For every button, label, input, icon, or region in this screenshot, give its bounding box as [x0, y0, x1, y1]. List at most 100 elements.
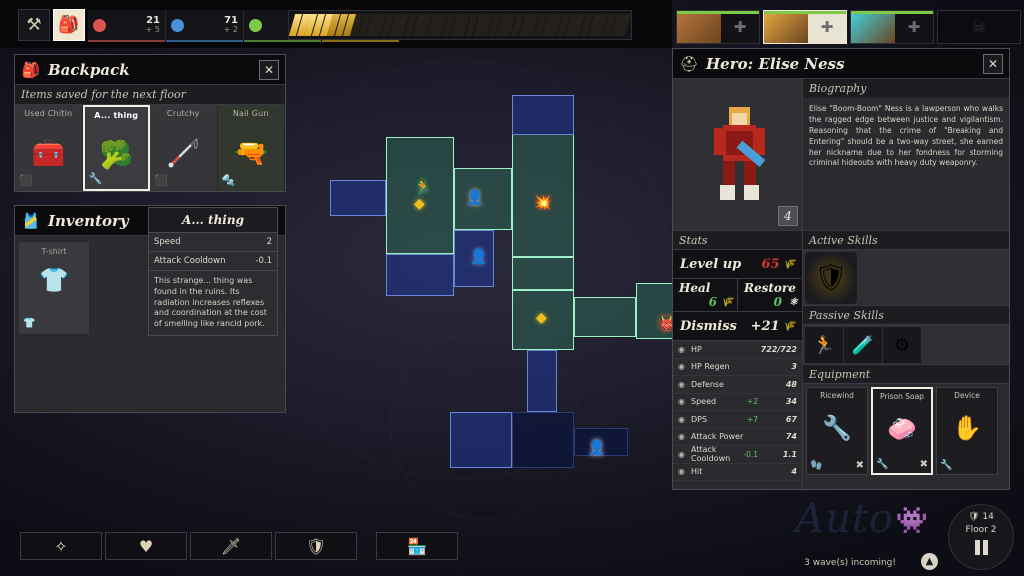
backpack-icon: 🎒	[21, 60, 41, 79]
meat-icon	[93, 18, 106, 32]
hero-skills-column: Active Skills 🛡 Passive Skills 🏃 🧪 ⚙ Equip…	[803, 231, 1009, 491]
unit-enemy-red[interactable]: 💥	[534, 195, 551, 211]
room-green-4[interactable]	[512, 257, 574, 290]
portrait-hp-bar	[677, 11, 759, 14]
boot-icon: ◉	[678, 397, 685, 407]
backpack-slot-row: Used Chitin 🧰 ⬛ A... thing 🥦 🔧 Crutchy 🦯 ⬛ Nail G…	[15, 105, 286, 191]
portrait-add-icon[interactable]: ✚	[808, 11, 846, 43]
inventory-item[interactable]: T-shirt 👕 👕	[19, 242, 89, 334]
stat-value: 67	[785, 414, 797, 424]
pause-button[interactable]	[974, 540, 988, 555]
restore-value: 0	[773, 295, 782, 309]
tooltip-description: This strange... thing was found in the r…	[148, 271, 278, 336]
equipment-left-icon[interactable]: 🔧	[876, 459, 888, 470]
room-blue-1[interactable]	[512, 95, 574, 135]
room-blue-4[interactable]	[386, 254, 454, 296]
tooltip-stat-value: -0.1	[255, 256, 272, 266]
equipment-left-icon[interactable]: 🔧	[940, 460, 952, 471]
resource-tech[interactable]: 71 + 2	[166, 10, 244, 42]
portrait-slot-4[interactable]: ☠	[937, 10, 1021, 44]
build-button[interactable]: ✧	[20, 532, 102, 560]
backpack-button[interactable]: 🎒	[53, 9, 85, 41]
heal-button[interactable]: Heal 6 🌾	[673, 279, 737, 311]
backpack-item-art: 🧰	[31, 138, 66, 169]
tooltip-stat-row: Speed 2	[148, 233, 278, 252]
backpack-item[interactable]: A... thing 🥦 🔧	[82, 105, 151, 191]
level-up-button[interactable]: Level up 65 🌾	[673, 250, 802, 279]
heal-button[interactable]: ♥	[105, 532, 187, 560]
restore-label: Restore	[744, 281, 796, 295]
backpack-header: 🎒 Backpack ✕	[15, 55, 285, 85]
progress-segment-bar	[288, 10, 632, 40]
tooltip-stat-rows: Speed 2 Attack Cooldown -0.1	[148, 233, 278, 271]
room-blue-5[interactable]	[527, 350, 557, 412]
equipment-slot[interactable]: Ricewind 🔧 🧤 ✖	[806, 387, 868, 475]
backpack-close-button[interactable]: ✕	[259, 59, 279, 80]
stat-value: 722/722	[760, 344, 797, 354]
stat-name: HP	[691, 344, 702, 354]
tooltip-title: A... thing	[148, 207, 278, 233]
equipment-slot[interactable]: Prison Soap 🧼 🔧 ✖	[871, 387, 933, 475]
unit-marker-gold[interactable]: ◆	[414, 196, 425, 212]
dome-shield-skill[interactable]: 🛡	[805, 252, 857, 304]
unit-npc-white[interactable]: 👤	[588, 440, 605, 456]
hero-portrait-large: 4	[673, 79, 803, 230]
portrait-slot-1[interactable]: ✚	[676, 10, 760, 44]
resource-meat[interactable]: 21 + 5	[88, 10, 166, 42]
equipment-art: 🔧	[822, 414, 852, 442]
portrait-add-icon[interactable]: ✚	[895, 11, 933, 43]
unit-marker-2[interactable]: ◆	[536, 310, 547, 326]
portrait-add-icon[interactable]: ✚	[721, 11, 759, 43]
backpack-subtitle: Items saved for the next floor	[15, 85, 285, 105]
unit-npc-tan[interactable]: 👤	[466, 190, 483, 206]
tools-button[interactable]: ⚒	[18, 9, 50, 41]
tech-icon	[171, 18, 184, 32]
resource-meat-delta: + 5	[145, 25, 160, 35]
stat-name: Attack Cooldown	[691, 445, 731, 464]
room-green-6[interactable]	[574, 297, 636, 337]
backpack-item[interactable]: Used Chitin 🧰 ⬛	[15, 105, 83, 191]
wheat-icon: 🌾	[782, 258, 795, 270]
backpack-item[interactable]: Nail Gun 🔫 🔩	[217, 105, 286, 191]
portrait-slot-3[interactable]: ✚	[850, 10, 934, 44]
stat-value: 34	[785, 397, 797, 407]
backpack-item-corner-icon: 🔧	[88, 172, 103, 185]
stat-row: ◉ Attack Cooldown -0.1 1.1	[673, 445, 802, 464]
restore-button[interactable]: Restore 0 ⚛	[737, 279, 802, 311]
heal-restore-row: Heal 6 🌾 Restore 0 ⚛	[673, 279, 802, 312]
attack-button[interactable]: 🗡	[190, 532, 272, 560]
room-blue-6[interactable]	[450, 412, 512, 468]
backpack-item-name: A... thing	[94, 111, 139, 120]
equipment-left-icon[interactable]: 🧤	[810, 460, 822, 471]
unit-hero-green[interactable]: 🏃	[414, 180, 431, 196]
hud-floor-widget: 🛡 14 Floor 2	[948, 504, 1014, 570]
bottom-toolbar: ✧ ♥ 🗡 🛡 🏪	[20, 532, 458, 560]
hero-close-button[interactable]: ✕	[983, 53, 1003, 74]
unit-npc-blue[interactable]: 👤	[470, 249, 487, 265]
hero-title: Hero: Elise Ness	[706, 54, 845, 73]
gear-passive[interactable]: ⚙	[883, 327, 921, 363]
stat-row: ◉ HP Regen 3	[673, 358, 802, 376]
portrait-slot-2[interactable]: ✚	[763, 10, 847, 44]
wave-arrow-button[interactable]: ▲	[921, 553, 938, 570]
room-blue-7[interactable]	[512, 412, 574, 468]
room-blue-2[interactable]	[330, 180, 386, 216]
stat-value: 3	[791, 362, 797, 372]
portrait-face	[677, 11, 721, 43]
equipment-remove-icon[interactable]: ✖	[856, 460, 864, 471]
dismiss-button[interactable]: Dismiss +21 🌾	[673, 312, 802, 341]
shield-icon: ◉	[678, 379, 685, 389]
stat-name: HP Regen	[691, 362, 730, 372]
portrait-hp-bar	[764, 11, 846, 14]
tooltip-stat-label: Attack Cooldown	[154, 256, 226, 266]
equipment-slot[interactable]: Device ✋ 🔧	[936, 387, 998, 475]
tonic-passive[interactable]: 🧪	[844, 327, 882, 363]
defend-button[interactable]: 🛡	[275, 532, 357, 560]
backpack-item[interactable]: Crutchy 🦯 ⬛	[150, 105, 218, 191]
slide-kick-passive[interactable]: 🏃	[805, 327, 843, 363]
backpack-item-corner-icon: 🔩	[221, 174, 236, 187]
tooltip-stat-label: Speed	[154, 237, 181, 247]
shop-button[interactable]: 🏪	[376, 532, 458, 560]
hero-portrait-strip[interactable]: ✚ ✚ ✚ ☠	[676, 10, 1021, 44]
equipment-remove-icon[interactable]: ✖	[920, 459, 928, 470]
